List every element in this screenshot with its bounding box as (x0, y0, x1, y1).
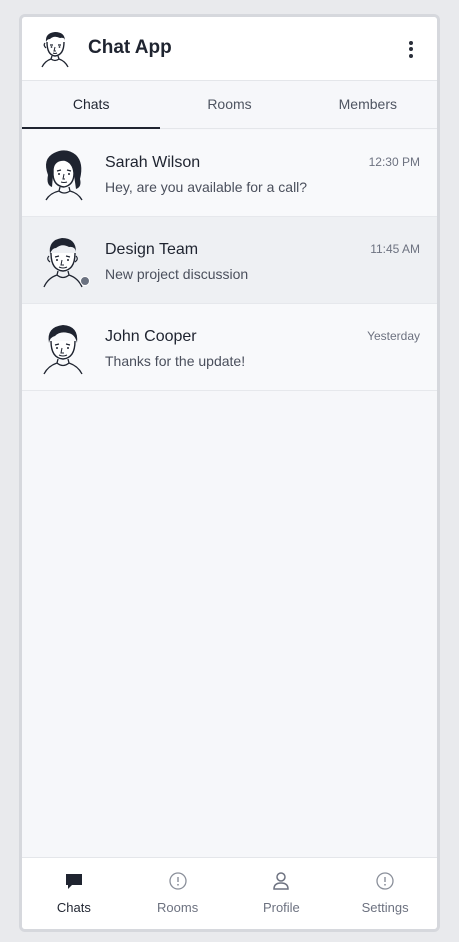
status-dot (80, 276, 90, 286)
tab-bar: Chats Rooms Members (22, 81, 437, 129)
app-title: Chat App (88, 37, 172, 58)
nav-label: Settings (361, 900, 409, 915)
tab-members[interactable]: Members (299, 81, 437, 128)
chat-item-john-cooper[interactable]: John Cooper Thanks for the update! Yeste… (22, 304, 437, 391)
chat-item-sarah-wilson[interactable]: Sarah Wilson Hey, are you available for … (22, 130, 437, 217)
chat-time: Yesterday (367, 329, 420, 343)
nav-settings[interactable]: Settings (333, 858, 437, 929)
chat-time: 11:45 AM (370, 242, 420, 256)
chat-time: 12:30 PM (368, 155, 420, 169)
nav-profile[interactable]: Profile (230, 858, 334, 929)
chat-preview: Hey, are you available for a call? (105, 179, 308, 195)
man-sketch-avatar (43, 325, 83, 375)
user-icon (273, 872, 290, 890)
chat-preview: Thanks for the update! (105, 353, 246, 369)
tab-chats[interactable]: Chats (22, 81, 161, 129)
person-sketch-icon (41, 32, 69, 68)
chat-list: Sarah Wilson Hey, are you available for … (22, 130, 437, 391)
nav-rooms[interactable]: Rooms (126, 858, 230, 929)
nav-label: Chats (56, 900, 91, 915)
info-circle-icon (376, 872, 394, 890)
chat-preview: New project discussion (105, 266, 249, 282)
nav-chats[interactable]: Chats (22, 858, 126, 929)
app-header: Chat App (22, 17, 437, 81)
bottom-nav: Chats Rooms Profile Settings (22, 857, 437, 929)
chat-bubble-icon (65, 874, 82, 889)
nav-label: Profile (262, 900, 300, 915)
tab-rooms[interactable]: Rooms (160, 81, 298, 128)
nav-label: Rooms (157, 900, 199, 915)
woman-sketch-avatar (45, 150, 83, 201)
more-vertical-icon[interactable] (403, 37, 419, 61)
app-frame: Chat App Chats Rooms Members Sarah Wilso… (19, 14, 440, 932)
info-circle-icon (168, 872, 187, 890)
chat-item-design-team[interactable]: Design Team New project discussion 11:45… (22, 217, 437, 304)
chat-name: John Cooper (105, 328, 197, 345)
chat-name: Sarah Wilson (105, 154, 201, 171)
chat-name: Design Team (105, 241, 199, 258)
